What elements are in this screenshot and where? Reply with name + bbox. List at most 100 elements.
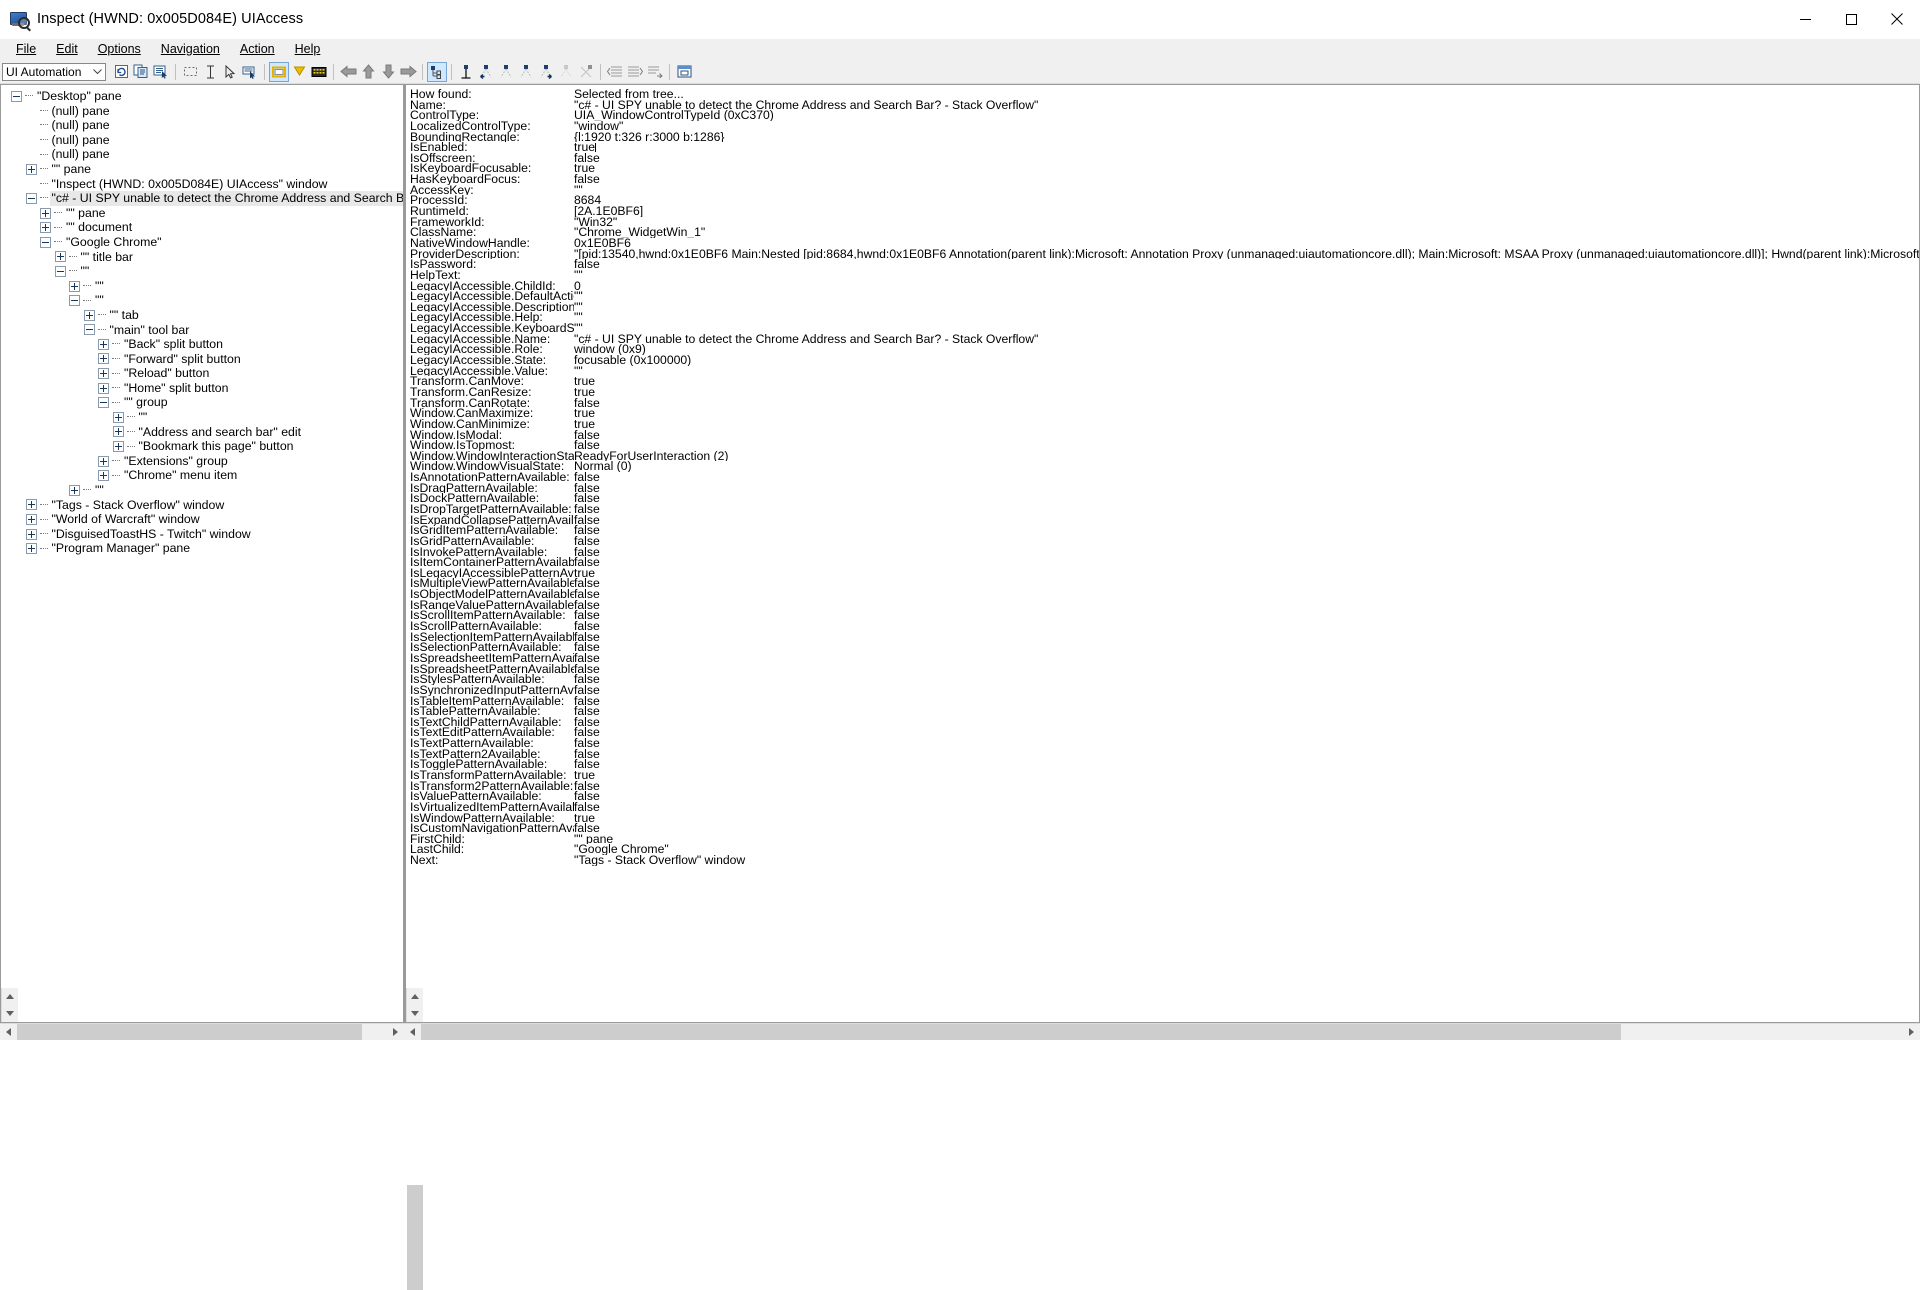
property-row[interactable]: Name: "c# - UI SPY unable to detect the C… — [410, 100, 1919, 111]
tree-expand-icon[interactable] — [98, 368, 109, 380]
highlight-rectangle-icon[interactable] — [180, 62, 200, 82]
tree-collapse-icon[interactable] — [83, 324, 95, 336]
tree-node[interactable]: "World of Warcraft" window — [1, 512, 403, 527]
tree-scroll-up-button[interactable] — [2, 988, 18, 1005]
tree-expand-icon[interactable] — [25, 163, 37, 175]
tree-expand-icon[interactable] — [112, 411, 124, 423]
tree-expand-icon[interactable] — [40, 207, 51, 219]
indent-left-icon[interactable] — [605, 62, 625, 82]
tree-node[interactable]: "" — [1, 264, 403, 279]
tree-node[interactable]: (null) pane — [1, 133, 403, 148]
tree-collapse-icon[interactable] — [98, 397, 109, 409]
property-row[interactable]: Window.CanMinimize: true — [410, 419, 1919, 430]
menu-help[interactable]: Help — [285, 40, 331, 59]
property-row[interactable]: IsGridItemPatternAvailable: false — [410, 525, 1919, 536]
tree-hscroll-right-button[interactable] — [387, 1024, 404, 1040]
tree-expand-icon[interactable] — [25, 543, 37, 555]
property-row[interactable]: ClassName: "Chrome_WidgetWin_1" — [410, 227, 1919, 238]
property-row[interactable]: IsOffscreen: false — [410, 153, 1919, 164]
property-row[interactable]: IsTogglePatternAvailable: false — [410, 759, 1919, 770]
tree-node[interactable]: "" — [1, 279, 403, 294]
tree-node[interactable]: "" pane — [1, 162, 403, 177]
tree-node[interactable]: "" group — [1, 395, 403, 410]
tree-expand-icon[interactable] — [98, 338, 109, 350]
property-row[interactable]: IsMultipleViewPatternAvailable: false — [410, 578, 1919, 589]
props-horizontal-scrollbar[interactable] — [404, 1023, 1920, 1040]
nav-back-icon[interactable] — [338, 62, 358, 82]
menu-edit[interactable]: Edit — [46, 40, 88, 59]
tree-collapse-icon[interactable] — [25, 192, 37, 204]
tree-expand-icon[interactable] — [98, 382, 109, 394]
property-row[interactable]: IsTableItemPatternAvailable: false — [410, 696, 1919, 707]
tree-node[interactable]: "Desktop" pane — [1, 89, 403, 104]
tree-horizontal-scrollbar[interactable] — [0, 1023, 404, 1040]
property-row[interactable]: IsTextPattern2Available: false — [410, 749, 1919, 760]
tree-expand-icon[interactable] — [98, 455, 109, 467]
property-row[interactable]: Transform.CanResize: true — [410, 387, 1919, 398]
property-row[interactable]: Next: "Tags - Stack Overflow" window — [410, 855, 1919, 866]
property-row[interactable]: IsTextPatternAvailable: false — [410, 738, 1919, 749]
property-row[interactable]: FirstChild: "" pane — [410, 834, 1919, 845]
close-button[interactable] — [1874, 0, 1920, 38]
text-caret-icon[interactable] — [200, 62, 220, 82]
tree-expand-icon[interactable] — [83, 309, 95, 321]
tree-collapse-icon[interactable] — [69, 295, 80, 307]
tree-node[interactable]: "Inspect (HWND: 0x005D084E) UIAccess" wi… — [1, 177, 403, 192]
property-row[interactable]: IsSelectionItemPatternAvailable: false — [410, 632, 1919, 643]
property-row[interactable]: IsTextEditPatternAvailable: false — [410, 727, 1919, 738]
tree-node[interactable]: "" title bar — [1, 250, 403, 265]
props-hscroll-track[interactable] — [421, 1024, 1903, 1040]
property-row[interactable]: IsValuePatternAvailable: false — [410, 791, 1919, 802]
menu-file[interactable]: File — [6, 40, 46, 59]
tree-node[interactable]: "Chrome" menu item — [1, 468, 403, 483]
property-row[interactable]: IsKeyboardFocusable: true — [410, 163, 1919, 174]
property-row[interactable]: IsDockPatternAvailable: false — [410, 493, 1919, 504]
node-next-sibling-icon[interactable] — [536, 62, 556, 82]
tree-collapse-icon[interactable] — [54, 265, 66, 277]
props-scroll-thumb[interactable] — [407, 1185, 423, 1290]
property-row[interactable]: LocalizedControlType: "window" — [410, 121, 1919, 132]
property-row[interactable]: HelpText: "" — [410, 270, 1919, 281]
property-row[interactable]: IsWindowPatternAvailable: true — [410, 813, 1919, 824]
props-vertical-scrollbar[interactable] — [406, 988, 423, 1290]
property-row[interactable]: IsItemContainerPatternAvailable: false — [410, 557, 1919, 568]
property-row[interactable]: IsEnabled: true — [410, 142, 1919, 153]
show-highlight-icon[interactable] — [269, 61, 289, 82]
tree-hscroll-thumb[interactable] — [17, 1024, 362, 1040]
property-row[interactable]: Transform.CanRotate: false — [410, 398, 1919, 409]
tree-expand-icon[interactable] — [69, 484, 80, 496]
property-row[interactable]: Transform.CanMove: true — [410, 376, 1919, 387]
property-row[interactable]: LegacyIAccessible.Role: window (0x9) — [410, 344, 1919, 355]
tree-node[interactable]: "Back" split button — [1, 337, 403, 352]
goto-icon[interactable] — [645, 62, 665, 82]
property-row[interactable]: LegacyIAccessible.State: focusable (0x100… — [410, 355, 1919, 366]
property-row[interactable]: IsDropTargetPatternAvailable: false — [410, 504, 1919, 515]
property-row[interactable]: AccessKey: "" — [410, 185, 1919, 196]
property-row[interactable]: IsPassword: false — [410, 259, 1919, 270]
indent-right-icon[interactable] — [625, 62, 645, 82]
tree-node[interactable]: "Home" split button — [1, 381, 403, 396]
tree-expand-icon[interactable] — [40, 222, 51, 234]
tree-vertical-scrollbar[interactable] — [1, 988, 18, 1022]
property-row[interactable]: FrameworkId: "Win32" — [410, 217, 1919, 228]
property-row[interactable]: Window.WindowInteractionState: ReadyForUs… — [410, 451, 1919, 462]
tree-expand-icon[interactable] — [112, 426, 124, 438]
property-row[interactable]: IsDragPatternAvailable: false — [410, 483, 1919, 494]
tree-node[interactable]: (null) pane — [1, 104, 403, 119]
menu-action[interactable]: Action — [230, 40, 285, 59]
property-row[interactable]: LegacyIAccessible.Value: "" — [410, 366, 1919, 377]
props-scroll-up-button[interactable] — [407, 988, 423, 1005]
property-row[interactable]: Window.WindowVisualState: Normal (0) — [410, 461, 1919, 472]
node-parent-icon[interactable] — [476, 62, 496, 82]
tree-node[interactable]: "Program Manager" pane — [1, 541, 403, 556]
node-first-child-icon[interactable] — [496, 62, 516, 82]
property-row[interactable]: HasKeyboardFocus: false — [410, 174, 1919, 185]
property-row[interactable]: IsTablePatternAvailable: false — [410, 706, 1919, 717]
property-row[interactable]: LegacyIAccessible.ChildId: 0 — [410, 281, 1919, 292]
props-scroll-down-button[interactable] — [407, 1005, 423, 1022]
tree-node[interactable]: "Google Chrome" — [1, 235, 403, 250]
props-hscroll-left-button[interactable] — [404, 1024, 421, 1040]
property-row[interactable]: LegacyIAccessible.DefaultAction: "" — [410, 291, 1919, 302]
menu-options[interactable]: Options — [88, 40, 151, 59]
tree-node[interactable]: "Bookmark this page" button — [1, 439, 403, 454]
